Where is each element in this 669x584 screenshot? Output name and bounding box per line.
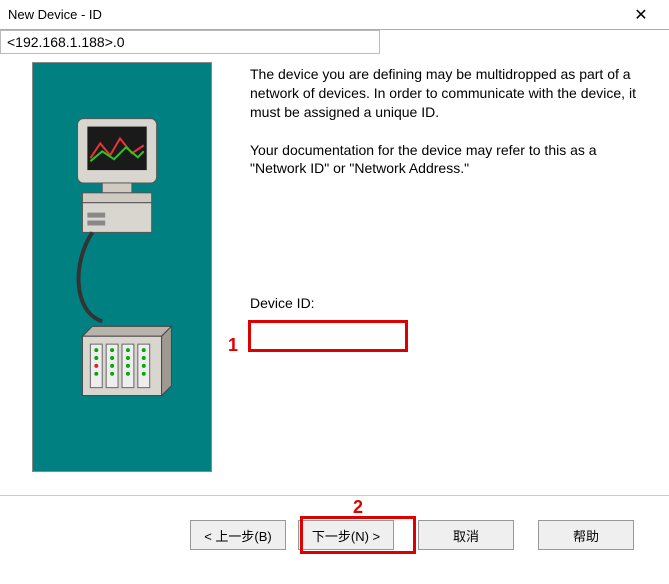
cancel-button[interactable]: 取消 [418,520,514,550]
device-id-label: Device ID: [250,295,315,311]
titlebar: New Device - ID ✕ [0,0,669,30]
wizard-illustration [32,62,212,472]
button-row: 2 < 上一步(B) 下一步(N) > 取消 帮助 [0,505,669,575]
close-icon[interactable]: ✕ [621,5,661,25]
dialog-content: The device you are defining may be multi… [0,30,669,495]
help-button[interactable]: 帮助 [538,520,634,550]
annotation-1: 1 [228,335,238,356]
annotation-1-box [248,320,408,352]
device-id-input[interactable] [0,30,380,54]
back-button[interactable]: < 上一步(B) [190,520,286,550]
description-text: The device you are defining may be multi… [250,65,645,178]
description-para2: Your documentation for the device may re… [250,141,645,179]
next-button[interactable]: 下一步(N) > [298,520,394,550]
description-para1: The device you are defining may be multi… [250,65,645,122]
separator [0,495,669,496]
annotation-2: 2 [353,497,363,518]
window-title: New Device - ID [8,7,621,22]
